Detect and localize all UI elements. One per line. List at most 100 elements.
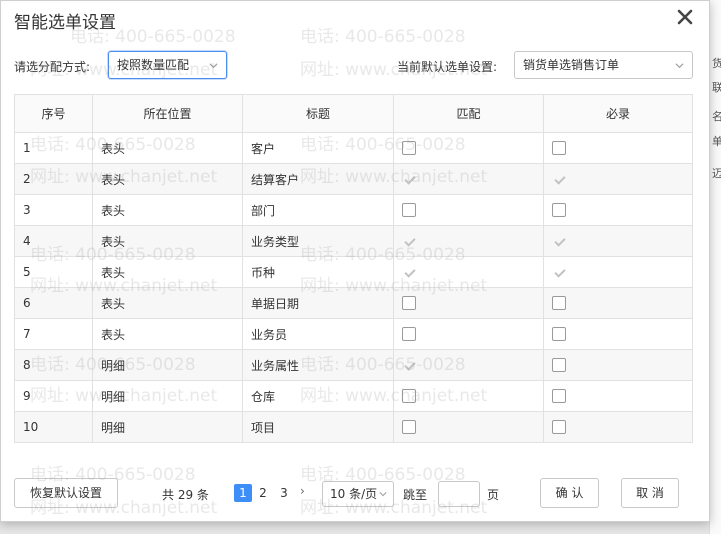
bg-fragment: 迈 [712,167,721,180]
row-match-cell [393,163,544,195]
default-select-value: 销货单选销售订单 [523,58,620,72]
row-match-cell [393,256,544,288]
match-checkbox[interactable] [402,234,416,248]
row-match-cell [393,287,544,319]
row-title: 币种 [242,256,394,288]
required-checkbox[interactable] [552,389,566,404]
row-title: 业务属性 [242,349,394,381]
match-checkbox[interactable] [402,358,416,372]
table-row: 7 表头 业务员 [14,318,693,350]
row-required-cell [543,380,693,412]
row-required-cell [543,256,693,288]
row-no: 8 [14,349,93,381]
close-button[interactable] [675,7,695,27]
table-row: 3 表头 部门 [14,194,693,226]
row-required-cell [543,194,693,226]
jump-label: 跳至 [403,488,428,502]
chevron-down-icon [675,63,684,69]
row-required-cell [543,287,693,319]
page-3[interactable]: 3 [275,484,293,502]
row-match-cell [393,194,544,226]
jump-page-input[interactable] [438,481,480,507]
header-title: 标题 [242,94,394,133]
row-no: 1 [14,132,93,164]
match-checkbox[interactable] [402,389,416,404]
row-required-cell [543,163,693,195]
row-no: 9 [14,380,93,412]
settings-row: 请选分配方式: 按照数量匹配 当前默认选单设置: 销货单选销售订单 [1,51,711,79]
dialog-title: 智能选单设置 [14,13,116,33]
row-location: 表头 [92,256,243,288]
table-row: 1 表头 客户 [14,132,693,164]
match-checkbox[interactable] [402,265,416,279]
row-match-cell [393,225,544,257]
bg-fragment: 单 [712,135,721,148]
match-checkbox[interactable] [402,141,416,156]
table-row: 6 表头 单据日期 [14,287,693,319]
next-page-icon[interactable]: › [300,484,305,498]
chevron-down-icon [379,492,387,497]
chevron-down-icon [209,63,218,69]
header-match: 匹配 [393,94,544,133]
required-checkbox[interactable] [552,234,566,248]
method-select-value: 按照数量匹配 [117,58,190,72]
cancel-button[interactable]: 取 消 [621,478,679,508]
required-checkbox[interactable] [552,327,566,342]
header-location: 所在位置 [92,94,243,133]
close-icon [677,9,693,25]
row-no: 3 [14,194,93,226]
default-select[interactable]: 销货单选销售订单 [514,51,693,79]
row-match-cell [393,380,544,412]
match-checkbox[interactable] [402,327,416,342]
table-row: 10 明细 项目 [14,411,693,443]
bg-fragment: 名 [712,110,721,123]
confirm-button[interactable]: 确 认 [540,478,599,508]
header-no: 序号 [14,94,93,133]
header-required: 必录 [543,94,693,133]
page-2[interactable]: 2 [254,484,272,502]
match-checkbox[interactable] [402,296,416,311]
match-checkbox[interactable] [402,420,416,435]
row-location: 表头 [92,132,243,164]
row-no: 5 [14,256,93,288]
required-checkbox[interactable] [552,420,566,435]
row-title: 业务员 [242,318,394,350]
table-row: 4 表头 业务类型 [14,225,693,257]
row-location: 表头 [92,163,243,195]
row-match-cell [393,132,544,164]
method-select[interactable]: 按照数量匹配 [108,51,227,79]
row-title: 业务类型 [242,225,394,257]
reset-default-button[interactable]: 恢复默认设置 [14,478,118,508]
required-checkbox[interactable] [552,265,566,279]
row-title: 项目 [242,411,394,443]
required-checkbox[interactable] [552,203,566,218]
default-label: 当前默认选单设置: [397,60,498,74]
row-location: 表头 [92,225,243,257]
match-checkbox[interactable] [402,203,416,218]
table-row: 8 明细 业务属性 [14,349,693,381]
dialog-footer: 恢复默认设置 共 29 条 1 2 3 › 10 条/页 跳至 页 确 认 取 … [1,478,711,508]
required-checkbox[interactable] [552,358,566,373]
match-checkbox[interactable] [402,172,416,186]
row-title: 部门 [242,194,394,226]
required-checkbox[interactable] [552,296,566,311]
row-required-cell [543,225,693,257]
row-no: 10 [14,411,93,443]
background-window: 货 联 名 单 迈 [709,0,721,534]
page-1[interactable]: 1 [234,484,252,502]
required-checkbox[interactable] [552,172,566,186]
bg-fragment: 货 [712,57,721,70]
page-unit-label: 页 [487,488,500,502]
row-no: 4 [14,225,93,257]
row-location: 明细 [92,349,243,381]
required-checkbox[interactable] [552,141,566,156]
page-size-select[interactable]: 10 条/页 [322,481,394,507]
row-location: 表头 [92,318,243,350]
row-no: 7 [14,318,93,350]
row-required-cell [543,318,693,350]
row-location: 明细 [92,411,243,443]
row-title: 单据日期 [242,287,394,319]
row-location: 表头 [92,287,243,319]
row-title: 客户 [242,132,394,164]
table-header-row: 序号 所在位置 标题 匹配 必录 [14,94,693,133]
